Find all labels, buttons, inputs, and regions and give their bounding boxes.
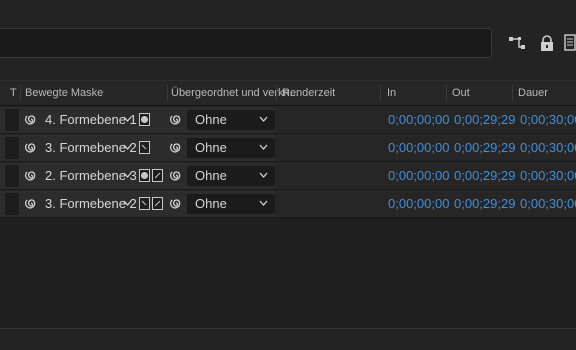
- chevron-down-icon[interactable]: [123, 144, 132, 151]
- spiral-pickwhip-icon[interactable]: [168, 140, 184, 156]
- in-timecode[interactable]: 0;00;00;00: [388, 106, 449, 134]
- parent-select[interactable]: Ohne: [187, 194, 275, 214]
- spiral-pickwhip-icon[interactable]: [168, 112, 184, 128]
- chevron-down-icon[interactable]: [123, 116, 132, 123]
- spiral-pickwhip-icon[interactable]: [23, 140, 39, 156]
- label-cell[interactable]: [5, 109, 19, 131]
- chevron-down-icon: [259, 116, 268, 122]
- out-timecode[interactable]: 0;00;29;29: [454, 190, 515, 218]
- col-separator[interactable]: [276, 85, 277, 101]
- col-header-t[interactable]: T: [10, 81, 17, 105]
- spiral-pickwhip-icon[interactable]: [168, 196, 184, 212]
- out-timecode[interactable]: 0;00;29;29: [454, 134, 515, 162]
- out-timecode[interactable]: 0;00;29;29: [454, 106, 515, 134]
- layer-row[interactable]: 2. Formebene 3 Ohne 0;00;00;00 0;00;29;2…: [0, 162, 576, 190]
- label-cell[interactable]: [5, 165, 19, 187]
- matte-luma-icon[interactable]: [139, 197, 150, 210]
- in-timecode[interactable]: 0;00;00;00: [388, 134, 449, 162]
- parent-select-value: Ohne: [195, 140, 227, 155]
- flowchart-icon[interactable]: [508, 34, 526, 52]
- matte-invert-icon[interactable]: [152, 169, 163, 182]
- parent-select[interactable]: Ohne: [187, 110, 275, 130]
- layer-row[interactable]: 3. Formebene 2 Ohne 0;00;00;00 0;00;29;2…: [0, 190, 576, 218]
- in-timecode[interactable]: 0;00;00;00: [388, 190, 449, 218]
- parent-select-value: Ohne: [195, 168, 227, 183]
- spiral-pickwhip-icon[interactable]: [23, 112, 39, 128]
- in-timecode[interactable]: 0;00;00;00: [388, 162, 449, 190]
- matte-alpha-icon[interactable]: [139, 113, 150, 126]
- spiral-pickwhip-icon[interactable]: [168, 168, 184, 184]
- lock-icon[interactable]: [538, 34, 556, 52]
- layer-row[interactable]: 3. Formebene 2 Ohne 0;00;00;00 0;00;29;2…: [0, 134, 576, 162]
- parent-select[interactable]: Ohne: [187, 138, 275, 158]
- duration-timecode[interactable]: 0;00;30;00: [520, 190, 576, 218]
- duration-timecode[interactable]: 0;00;30;00: [520, 134, 576, 162]
- label-cell[interactable]: [5, 137, 19, 159]
- col-separator[interactable]: [446, 85, 447, 101]
- col-separator[interactable]: [20, 85, 21, 101]
- parent-select-value: Ohne: [195, 112, 227, 127]
- layer-row[interactable]: 4. Formebene 1 Ohne 0;00;00;00 0;00;29;2…: [0, 106, 576, 134]
- chevron-down-icon[interactable]: [123, 200, 132, 207]
- col-header-out[interactable]: Out: [452, 81, 470, 105]
- matte-invert-icon[interactable]: [152, 197, 163, 210]
- col-header-parent[interactable]: Übergeordnet und verkn...: [171, 81, 299, 105]
- col-header-track-matte[interactable]: Bewegte Maske: [25, 81, 103, 105]
- chevron-down-icon: [259, 200, 268, 206]
- col-header-render-time[interactable]: Renderzeit: [282, 81, 335, 105]
- matte-alpha-icon[interactable]: [139, 169, 150, 182]
- layer-list-empty-area[interactable]: [0, 218, 576, 328]
- col-header-duration[interactable]: Dauer: [518, 81, 548, 105]
- chevron-down-icon: [259, 172, 268, 178]
- spiral-pickwhip-icon[interactable]: [23, 168, 39, 184]
- column-header: T Bewegte Maske Übergeordnet und verkn..…: [0, 80, 576, 106]
- panel-toolbar: [0, 0, 576, 80]
- col-header-in[interactable]: In: [387, 81, 396, 105]
- col-separator[interactable]: [167, 85, 168, 101]
- col-separator[interactable]: [512, 85, 513, 101]
- chevron-down-icon[interactable]: [123, 172, 132, 179]
- spiral-pickwhip-icon[interactable]: [23, 196, 39, 212]
- matte-luma-icon[interactable]: [139, 141, 150, 154]
- col-separator[interactable]: [380, 85, 381, 101]
- search-input[interactable]: [0, 28, 492, 58]
- chevron-down-icon: [259, 144, 268, 150]
- render-queue-icon[interactable]: [562, 34, 576, 52]
- label-cell[interactable]: [5, 193, 19, 215]
- bottom-bar: [0, 329, 576, 350]
- parent-select-value: Ohne: [195, 196, 227, 211]
- out-timecode[interactable]: 0;00;29;29: [454, 162, 515, 190]
- duration-timecode[interactable]: 0;00;30;00: [520, 106, 576, 134]
- duration-timecode[interactable]: 0;00;30;00: [520, 162, 576, 190]
- parent-select[interactable]: Ohne: [187, 166, 275, 186]
